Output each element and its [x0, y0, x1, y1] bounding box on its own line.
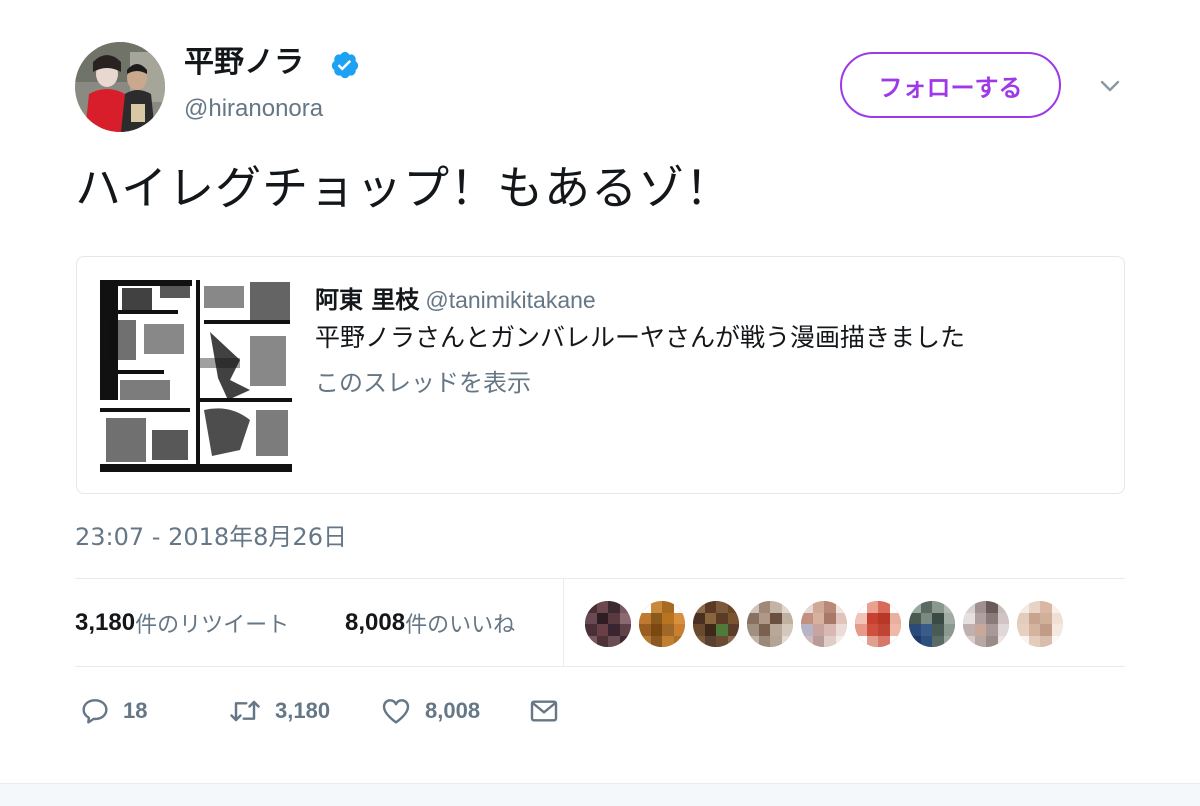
liker-avatar[interactable] — [801, 601, 847, 647]
quoted-author-name: 阿東 里枝 — [315, 286, 420, 314]
tweet-timestamp[interactable]: 23:07 - 2018年8月26日 — [75, 520, 347, 554]
follow-button[interactable]: フォローする — [840, 52, 1061, 118]
heart-icon — [382, 699, 410, 724]
retweets-stat[interactable]: 3,180 件のリツイート — [75, 579, 289, 667]
likes-count: 8,008 — [345, 609, 406, 636]
quoted-tweet-card[interactable]: 阿東 里枝 @tanimikitakane 平野ノラさんとガンバレルーヤさんが戦う… — [76, 256, 1125, 494]
quoted-author: 阿東 里枝 @tanimikitakane — [315, 283, 596, 320]
footer-strip — [0, 783, 1200, 806]
retweets-label: 件のリツイート — [135, 613, 290, 638]
tweet: 平野ノラ @hiranonora フォローする ハイレグチョップ！もあるゾ！ 阿… — [0, 0, 1200, 783]
tweet-text: ハイレグチョップ！もあるゾ！ — [75, 161, 733, 215]
like-button[interactable]: 8,008 — [379, 688, 480, 734]
quoted-tweet-text: 平野ノラさんとガンバレルーヤさんが戦う漫画描きました — [315, 323, 966, 352]
reply-count: 18 — [123, 698, 148, 723]
liker-avatar[interactable] — [747, 601, 793, 647]
likes-label: 件のいいね — [405, 613, 516, 638]
liker-avatar[interactable] — [1017, 601, 1063, 647]
liker-avatar[interactable] — [693, 601, 739, 647]
manga-thumbnail-image — [100, 280, 292, 472]
quoted-tweet-thumbnail[interactable] — [100, 280, 292, 472]
show-thread-link[interactable]: このスレッドを表示 — [315, 365, 531, 401]
chevron-down-icon[interactable] — [1092, 68, 1128, 104]
direct-message-button[interactable] — [527, 688, 561, 734]
retweets-count: 3,180 — [75, 609, 136, 636]
liker-avatar[interactable] — [855, 601, 901, 647]
avatar-image — [75, 42, 165, 132]
like-count: 8,008 — [425, 698, 481, 723]
reply-icon — [82, 699, 108, 724]
liker-avatar[interactable] — [585, 601, 631, 647]
reply-button[interactable]: 18 — [79, 688, 147, 734]
likes-stat[interactable]: 8,008 件のいいね — [345, 579, 515, 667]
tweet-stats: 3,180 件のリツイート 8,008 件のいいね — [75, 578, 1125, 667]
author-avatar[interactable] — [75, 42, 165, 132]
author-name[interactable]: 平野ノラ — [184, 44, 304, 82]
retweet-button[interactable]: 3,180 — [227, 688, 330, 734]
quoted-author-handle: @tanimikitakane — [425, 287, 596, 313]
envelope-icon — [530, 700, 558, 722]
likers-avatars — [585, 601, 1071, 647]
retweet-icon — [230, 700, 260, 722]
liker-avatar[interactable] — [909, 601, 955, 647]
retweet-count: 3,180 — [275, 698, 331, 723]
stats-divider — [563, 579, 564, 667]
verified-badge-icon — [330, 50, 360, 80]
liker-avatar[interactable] — [963, 601, 1009, 647]
author-handle[interactable]: @hiranonora — [184, 94, 323, 124]
liker-avatar[interactable] — [639, 601, 685, 647]
